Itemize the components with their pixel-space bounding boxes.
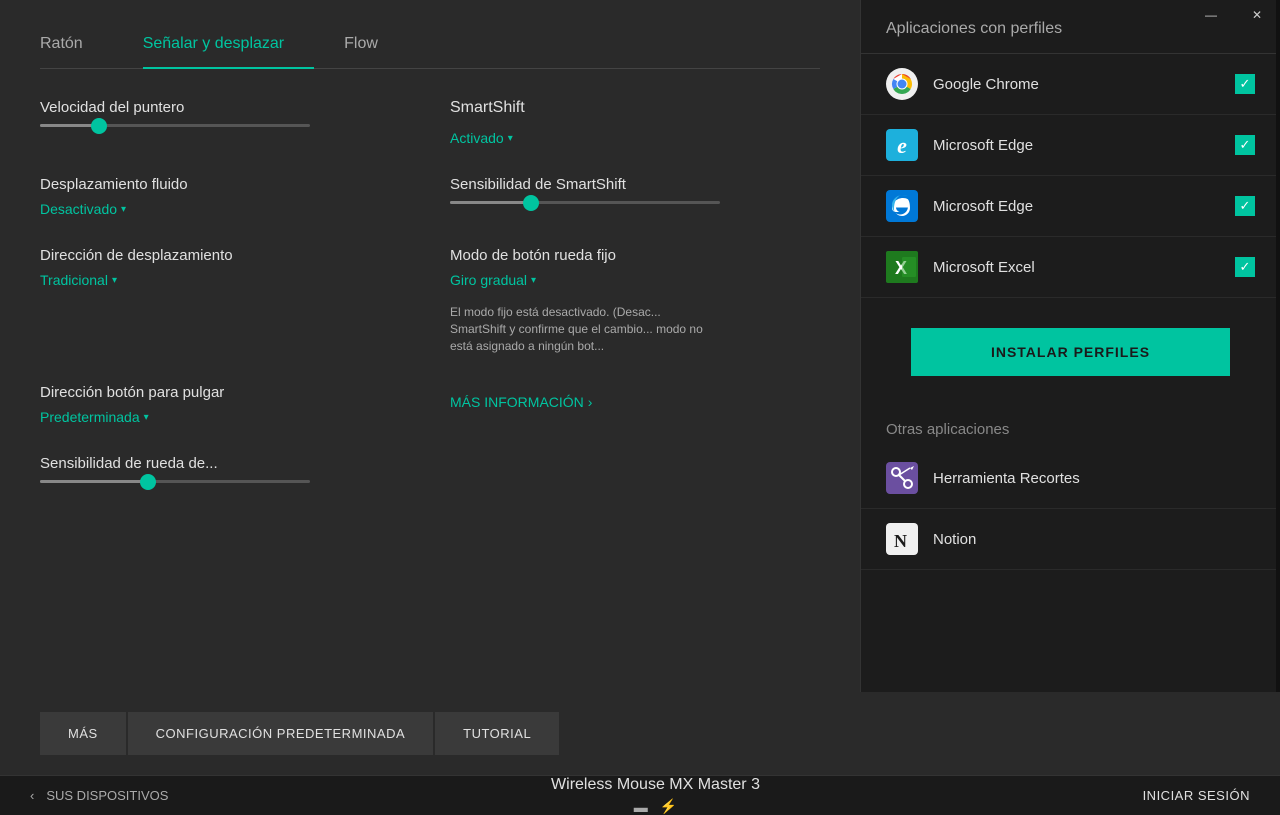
edge-old-app-name: Microsoft Edge xyxy=(933,137,1220,154)
scroll-direction-value[interactable]: Tradicional ▾ xyxy=(40,272,410,288)
content-area: Ratón Señalar y desplazar Flow Velocidad… xyxy=(0,0,1280,692)
wheel-sensitivity-thumb[interactable] xyxy=(140,474,156,490)
panel-divider xyxy=(1276,0,1280,692)
device-name: Wireless Mouse MX Master 3 xyxy=(551,776,760,794)
close-button[interactable]: ✕ xyxy=(1234,0,1280,30)
main-window: — ✕ Ratón Señalar y desplazar Flow xyxy=(0,0,1280,720)
thumb-direction-value[interactable]: Predeterminada ▾ xyxy=(40,409,410,425)
app-item-recortes: Herramienta Recortes xyxy=(861,448,1280,509)
other-apps-header: Otras aplicaciones xyxy=(861,406,1280,448)
device-status-icons: ▬ ⚡ xyxy=(551,798,760,815)
notion-app-name: Notion xyxy=(933,531,1255,548)
pointer-speed-track[interactable] xyxy=(40,124,310,127)
smartshift-sensitivity-track[interactable] xyxy=(450,201,720,204)
pointer-speed-slider-container xyxy=(40,124,410,127)
chrome-app-icon xyxy=(886,68,918,100)
wheel-mode-warning: El modo fijo está desactivado. (Desac...… xyxy=(450,304,720,354)
edge-old-checkbox[interactable]: ✓ xyxy=(1235,135,1255,155)
mas-button[interactable]: MÁS xyxy=(40,712,126,755)
app-item-excel: X Microsoft Excel ✓ xyxy=(861,237,1280,298)
footer-center: Wireless Mouse MX Master 3 ▬ ⚡ xyxy=(551,776,760,815)
back-to-devices[interactable]: ‹ SUS DISPOSITIVOS xyxy=(30,788,168,803)
scroll-direction-label: Dirección de desplazamiento xyxy=(40,247,410,264)
login-button[interactable]: INICIAR SESIÓN xyxy=(1143,788,1250,803)
edge-old-app-icon: e xyxy=(886,129,918,161)
app-list: Google Chrome ✓ e Microsoft Edge ✓ xyxy=(861,54,1280,298)
smartshift-title: SmartShift xyxy=(450,99,820,117)
recortes-app-name: Herramienta Recortes xyxy=(933,470,1255,487)
tab-raton[interactable]: Ratón xyxy=(40,20,113,68)
svg-text:N: N xyxy=(894,531,907,551)
app-item-edge-old: e Microsoft Edge ✓ xyxy=(861,115,1280,176)
smooth-scroll-setting: Desplazamiento fluido Desactivado ▾ xyxy=(40,176,410,217)
config-button[interactable]: CONFIGURACIÓN PREDETERMINADA xyxy=(128,712,433,755)
pointer-speed-label: Velocidad del puntero xyxy=(40,99,410,116)
wheel-sensitivity-track[interactable] xyxy=(40,480,310,483)
footer: ‹ SUS DISPOSITIVOS Wireless Mouse MX Mas… xyxy=(0,775,1280,815)
tab-flow[interactable]: Flow xyxy=(344,20,408,68)
battery-icon: ▬ xyxy=(634,799,648,815)
wheel-sensitivity-slider-container xyxy=(40,480,410,483)
thumb-direction-label: Dirección botón para pulgar xyxy=(40,384,410,401)
settings-grid: Velocidad del puntero SmartShift Activad… xyxy=(40,99,820,483)
more-info-link[interactable]: MÁS INFORMACIÓN › xyxy=(450,394,820,410)
more-info-arrow: › xyxy=(588,394,593,410)
smooth-scroll-value[interactable]: Desactivado ▾ xyxy=(40,201,410,217)
smartshift-setting: SmartShift Activado ▾ xyxy=(450,99,820,146)
recortes-app-icon xyxy=(886,462,918,494)
bluetooth-icon: ⚡ xyxy=(660,798,677,815)
svg-text:e: e xyxy=(897,133,907,158)
more-info-container: MÁS INFORMACIÓN › xyxy=(450,384,820,425)
smartshift-sensitivity-thumb[interactable] xyxy=(523,195,539,211)
edge-checkbox[interactable]: ✓ xyxy=(1235,196,1255,216)
app-item-edge: Microsoft Edge ✓ xyxy=(861,176,1280,237)
smartshift-chevron: ▾ xyxy=(508,133,513,144)
app-item-chrome: Google Chrome ✓ xyxy=(861,54,1280,115)
excel-app-name: Microsoft Excel xyxy=(933,259,1220,276)
notion-app-icon: N xyxy=(886,523,918,555)
wheel-mode-setting: Modo de botón rueda fijo Giro gradual ▾ … xyxy=(450,247,820,354)
smartshift-sensitivity-slider-container xyxy=(450,201,820,204)
smartshift-value[interactable]: Activado ▾ xyxy=(450,130,820,146)
minimize-button[interactable]: — xyxy=(1188,0,1234,30)
install-btn-container: INSTALAR PERFILES xyxy=(861,298,1280,406)
thumb-direction-chevron: ▾ xyxy=(144,412,149,423)
excel-app-icon: X xyxy=(886,251,918,283)
other-apps-list: Herramienta Recortes N Notion xyxy=(861,448,1280,692)
excel-checkbox[interactable]: ✓ xyxy=(1235,257,1255,277)
edge-app-name: Microsoft Edge xyxy=(933,198,1220,215)
scroll-direction-setting: Dirección de desplazamiento Tradicional … xyxy=(40,247,410,354)
smartshift-sensitivity-label: Sensibilidad de SmartShift xyxy=(450,176,820,193)
pointer-speed-thumb[interactable] xyxy=(91,118,107,134)
pointer-speed-setting: Velocidad del puntero xyxy=(40,99,410,146)
bottom-bar: MÁS CONFIGURACIÓN PREDETERMINADA TUTORIA… xyxy=(0,692,1280,775)
tab-senalar[interactable]: Señalar y desplazar xyxy=(143,20,314,68)
wheel-sensitivity-fill xyxy=(40,480,148,483)
window-controls: — ✕ xyxy=(1188,0,1280,30)
app-item-notion: N Notion xyxy=(861,509,1280,570)
wheel-mode-label: Modo de botón rueda fijo xyxy=(450,247,820,264)
back-label: SUS DISPOSITIVOS xyxy=(46,788,168,803)
smooth-scroll-label: Desplazamiento fluido xyxy=(40,176,410,193)
smartshift-sensitivity-setting: Sensibilidad de SmartShift xyxy=(450,176,820,217)
wheel-mode-chevron: ▾ xyxy=(531,275,536,286)
smartshift-sensitivity-fill xyxy=(450,201,531,204)
scroll-direction-chevron: ▾ xyxy=(112,275,117,286)
wheel-sensitivity-label: Sensibilidad de rueda de... xyxy=(40,455,410,472)
tutorial-button[interactable]: TUTORIAL xyxy=(435,712,559,755)
tab-bar: Ratón Señalar y desplazar Flow xyxy=(40,0,820,69)
chrome-checkbox[interactable]: ✓ xyxy=(1235,74,1255,94)
edge-app-icon xyxy=(886,190,918,222)
wheel-mode-value[interactable]: Giro gradual ▾ xyxy=(450,272,820,288)
left-panel: Ratón Señalar y desplazar Flow Velocidad… xyxy=(0,0,860,692)
install-profiles-button[interactable]: INSTALAR PERFILES xyxy=(911,328,1230,376)
thumb-direction-setting: Dirección botón para pulgar Predetermina… xyxy=(40,384,410,425)
back-arrow-icon: ‹ xyxy=(30,788,34,803)
wheel-sensitivity-setting: Sensibilidad de rueda de... xyxy=(40,455,410,483)
right-panel: Aplicaciones con perfiles xyxy=(860,0,1280,692)
smooth-scroll-chevron: ▾ xyxy=(121,204,126,215)
chrome-app-name: Google Chrome xyxy=(933,76,1220,93)
